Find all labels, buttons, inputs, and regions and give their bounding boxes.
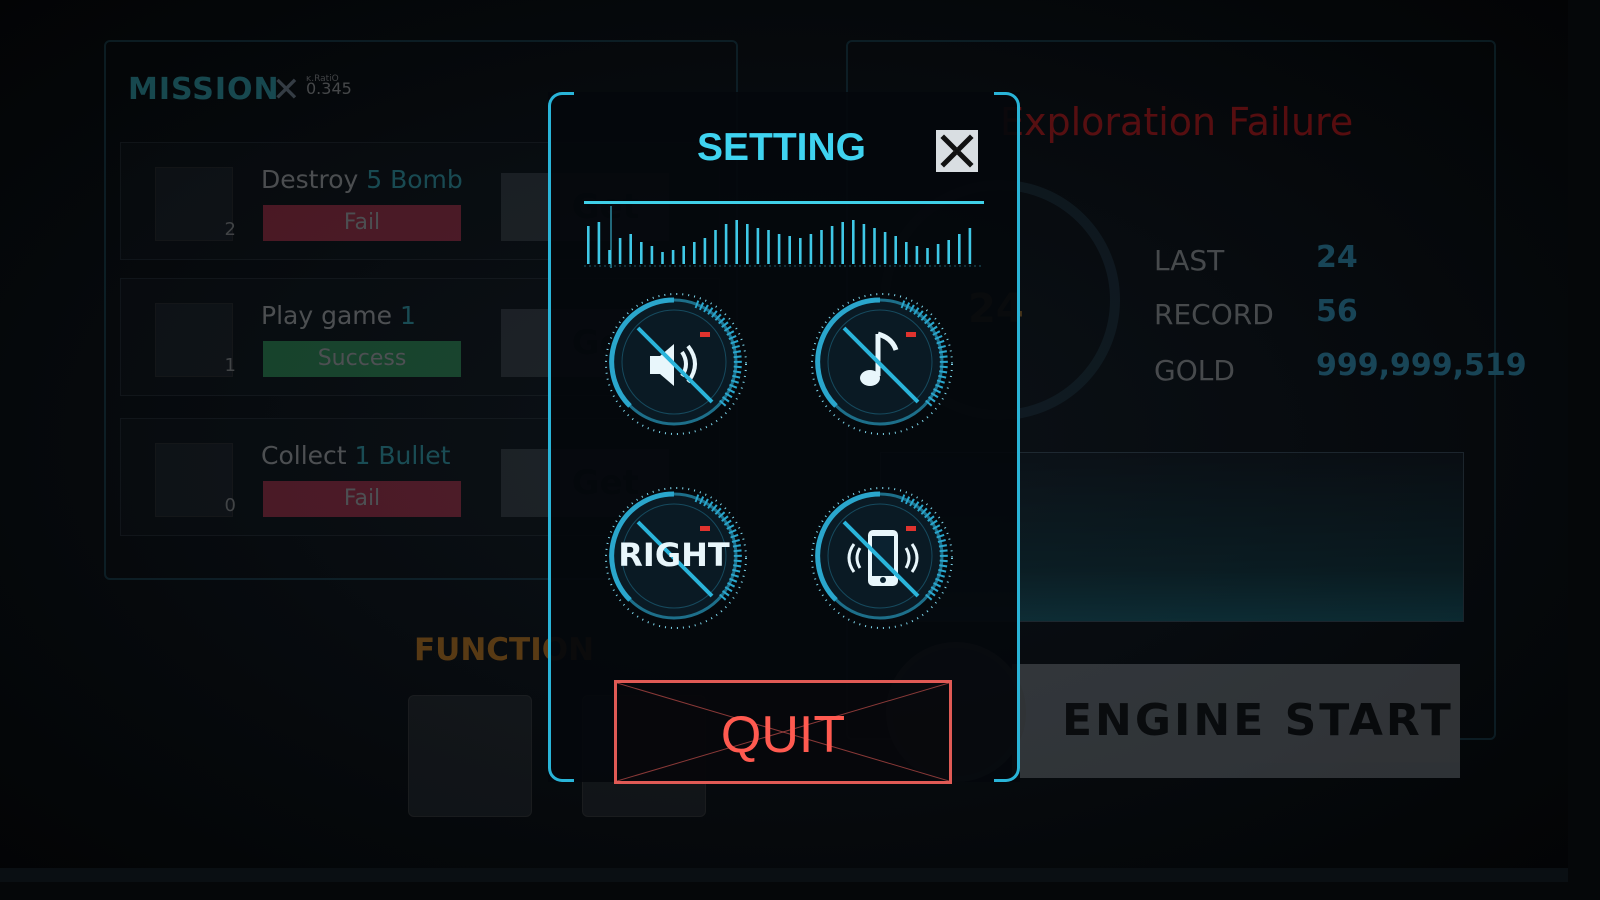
panel-bracket-right xyxy=(994,92,1020,782)
settings-title: SETTING xyxy=(697,126,867,169)
stat-label-gold: GOLD xyxy=(1154,354,1235,387)
close-x-icon: ✕ xyxy=(272,70,301,110)
status-badge: Success xyxy=(263,341,461,377)
mission-text: Collect 1 Bullet xyxy=(261,441,451,470)
stat-label-last: LAST xyxy=(1154,244,1225,277)
stat-value-gold: 999,999,519 xyxy=(1316,348,1527,383)
mission-title: MISSION xyxy=(128,72,280,107)
close-button[interactable] xyxy=(936,130,978,172)
vibration-toggle[interactable] xyxy=(806,480,962,636)
hand-toggle[interactable]: RIGHT xyxy=(600,480,756,636)
panel-bracket-left xyxy=(548,92,574,782)
status-badge: Fail xyxy=(263,481,461,517)
divider xyxy=(584,201,984,204)
bomb-icon: 2 xyxy=(155,167,236,241)
engine-start-button[interactable]: ENGINE START xyxy=(1012,664,1460,778)
exploration-title: Exploration Failure xyxy=(1000,100,1354,144)
sound-toggle[interactable] xyxy=(600,286,756,442)
stat-label-record: RECORD xyxy=(1154,298,1274,331)
speaker-muted-icon xyxy=(605,293,747,435)
phone-vibrate-muted-icon xyxy=(811,487,953,629)
mission-text: Destroy 5 Bomb xyxy=(261,165,463,194)
mission-rate: ĸ.RatiO 0.345 xyxy=(306,74,352,98)
hand-label: RIGHT xyxy=(618,536,730,574)
music-note-muted-icon xyxy=(811,293,953,435)
play-icon: 1 xyxy=(155,303,236,377)
music-toggle[interactable] xyxy=(806,286,962,442)
status-badge: Fail xyxy=(263,205,461,241)
stat-value-last: 24 xyxy=(1316,240,1358,275)
equalizer-visual xyxy=(584,206,984,268)
stat-value-record: 56 xyxy=(1316,294,1358,329)
quit-button[interactable]: QUIT xyxy=(614,680,952,784)
shop-cart-button[interactable] xyxy=(408,695,532,817)
mission-text: Play game 1 xyxy=(261,301,416,330)
lightning-icon: 0 xyxy=(155,443,236,517)
footer-strip xyxy=(0,868,1568,882)
quit-label: QUIT xyxy=(720,706,846,764)
close-icon xyxy=(940,134,974,168)
